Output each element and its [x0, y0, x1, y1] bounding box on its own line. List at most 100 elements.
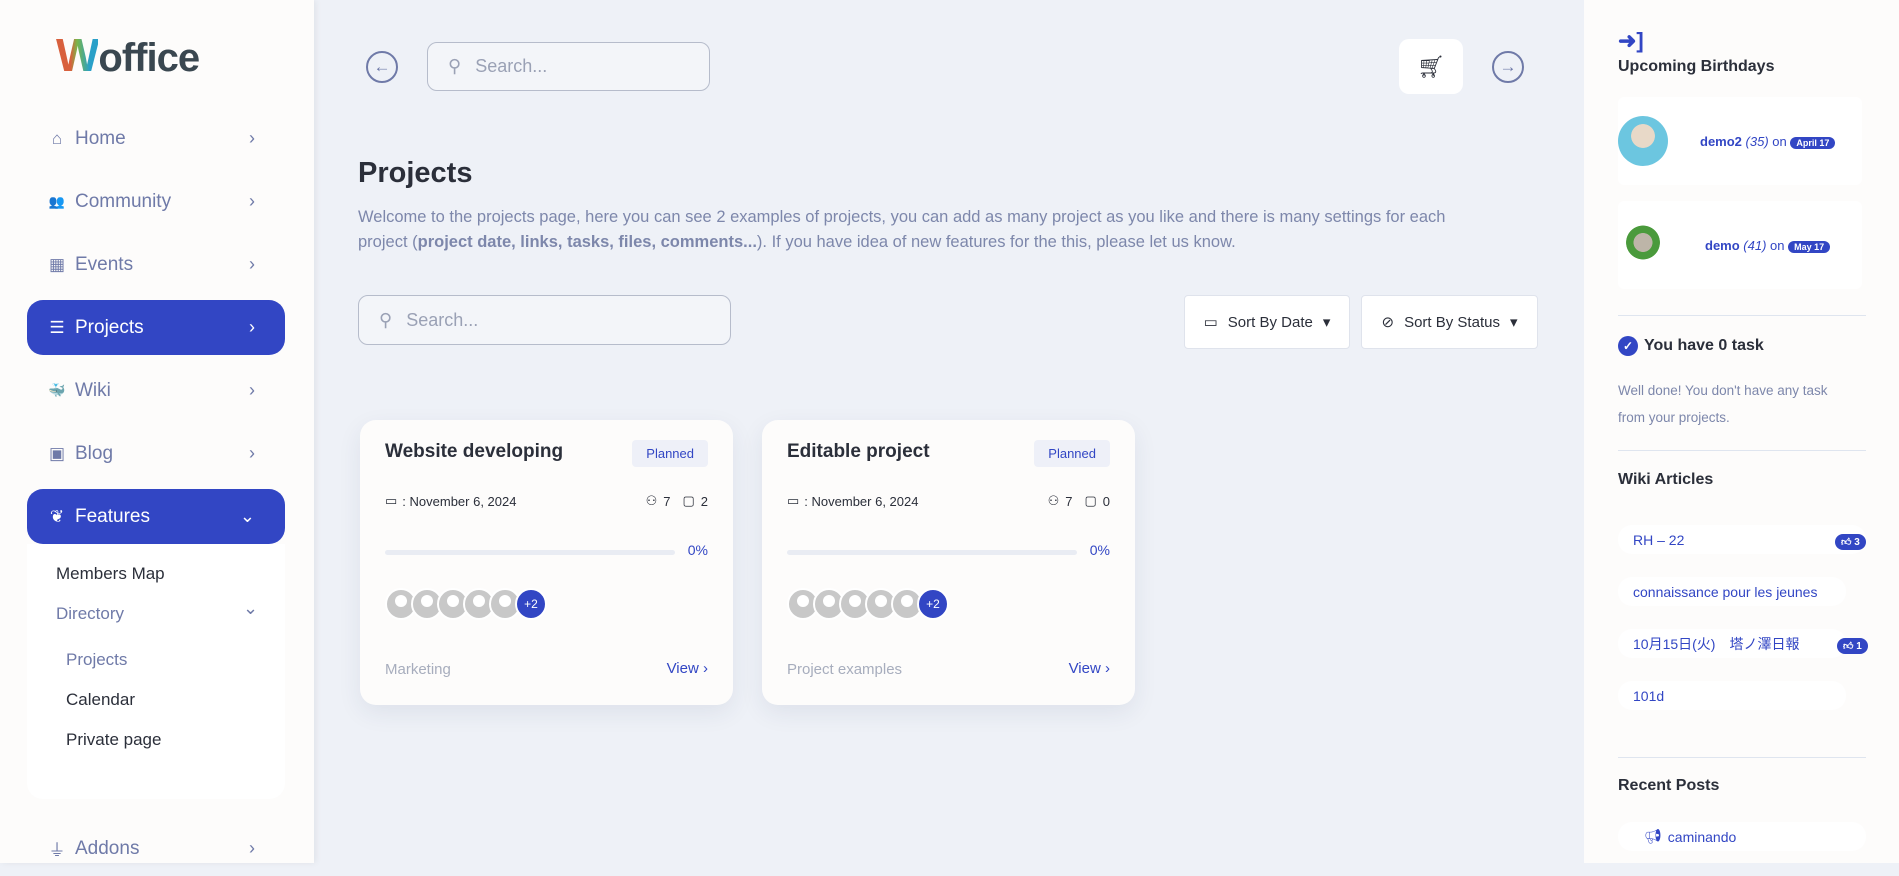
project-category: Marketing	[385, 661, 451, 678]
chevron-right-icon: ›	[249, 317, 255, 337]
blogger-icon: ▣	[48, 443, 66, 463]
top-search-input[interactable]	[475, 56, 696, 77]
member-avatars: +2	[385, 588, 547, 620]
avatar[interactable]	[1618, 116, 1668, 166]
wiki-article[interactable]: RH – 22	[1618, 525, 1866, 554]
avatar[interactable]	[1618, 220, 1668, 270]
more-members[interactable]: +2	[917, 588, 949, 620]
search-icon: ⚲	[448, 56, 462, 76]
sidebar-item-community[interactable]: 👥 Community ›	[27, 174, 285, 229]
status-badge: Planned	[1034, 440, 1110, 467]
chevron-right-icon: ›	[249, 838, 255, 858]
megaphone-icon: 📢︎	[1644, 828, 1662, 844]
likes-badge: 👍︎ 3	[1835, 534, 1866, 550]
chevron-right-icon: ›	[249, 128, 255, 148]
page-title: Projects	[358, 157, 473, 189]
calendar-icon: ▭	[787, 493, 800, 508]
cart-icon: 🛒︎	[1417, 53, 1445, 79]
birthday-name[interactable]: demo2	[1700, 134, 1742, 149]
sidebar-item-addons[interactable]: ⏚ Addons ›	[27, 821, 285, 876]
feather-icon: ❦	[49, 506, 65, 526]
calendar-icon: ▭	[385, 493, 398, 508]
project-stats: ⚇ 7 ▢ 2	[645, 493, 708, 509]
project-title[interactable]: Website developing	[385, 441, 563, 463]
sidebar-item-home[interactable]: ⌂ Home ›	[27, 111, 285, 166]
project-date: ▭: November 6, 2024	[385, 493, 517, 509]
wiki-article[interactable]: connaissance pour les jeunes	[1618, 577, 1846, 606]
chevron-right-icon: ›	[249, 254, 255, 274]
status-badge: Planned	[632, 440, 708, 467]
progress-value: 0%	[1089, 542, 1110, 558]
sidebar-item-events[interactable]: ▦ Events ›	[27, 237, 285, 292]
birthday-item: demo (41) on May 17	[1618, 201, 1862, 289]
home-icon: ⌂	[51, 128, 63, 148]
logo[interactable]: Woffice	[56, 28, 200, 82]
sidebar-item-blog[interactable]: ▣ Blog ›	[27, 426, 285, 481]
sidebar-item-features[interactable]: ❦ Features ⌄	[27, 489, 285, 544]
project-date: ▭: November 6, 2024	[787, 493, 919, 509]
sign-in-icon[interactable]: ➜]	[1618, 28, 1644, 54]
view-link[interactable]: View ›	[1069, 660, 1110, 677]
chevron-right-icon: ›	[249, 380, 255, 400]
divider	[1618, 450, 1866, 451]
docker-icon: 🐳	[48, 382, 66, 398]
project-search[interactable]: ⚲	[358, 295, 731, 345]
recent-posts-title: Recent Posts	[1618, 777, 1720, 794]
divider	[1618, 757, 1866, 758]
back-button[interactable]: ←	[366, 51, 398, 83]
chevron-right-icon: ›	[703, 660, 708, 677]
calendar-icon: ▦	[48, 254, 66, 274]
sidebar-item-wiki[interactable]: 🐳 Wiki ›	[27, 363, 285, 418]
sort-by-status-button[interactable]: ⊘ Sort By Status ▾	[1361, 295, 1538, 349]
submenu-private-page[interactable]: Private page	[66, 730, 161, 750]
caret-down-icon: ▾	[1509, 314, 1518, 331]
project-card: Website developing Planned ▭: November 6…	[360, 420, 733, 705]
project-title[interactable]: Editable project	[787, 441, 930, 463]
chevron-down-icon: ⌄	[239, 506, 255, 526]
submenu-calendar[interactable]: Calendar	[66, 690, 135, 710]
cart-button[interactable]: 🛒︎	[1399, 39, 1463, 94]
divider	[1618, 315, 1866, 316]
sort-by-date-button[interactable]: ▭ Sort By Date ▾	[1184, 295, 1350, 349]
users-icon: ⚇	[645, 493, 658, 508]
likes-badge: 👍︎ 1	[1837, 638, 1868, 654]
search-icon: ⚲	[379, 309, 393, 330]
chevron-right-icon: ›	[1105, 660, 1110, 677]
comment-icon: ▢	[682, 493, 695, 508]
page-description: Welcome to the projects page, here you c…	[358, 208, 1446, 251]
wiki-article[interactable]: 101d	[1618, 681, 1846, 710]
task-text: Well done! You don't have any task from …	[1618, 383, 1828, 425]
task-title: ✓ You have 0 task	[1618, 336, 1764, 356]
tasks-icon: ☰	[49, 317, 65, 337]
plug-icon: ⏚	[48, 841, 66, 860]
sidebar-item-projects[interactable]: ☰ Projects ›	[27, 300, 285, 355]
chevron-right-icon: ›	[249, 191, 255, 211]
paperclip-icon: ⊘	[1381, 314, 1395, 331]
sidebar: Woffice ⌂ Home › 👥 Community › ▦ Events › ☰ Pro…	[0, 0, 314, 863]
project-search-input[interactable]	[406, 309, 627, 331]
arrow-left-icon: ←	[373, 57, 391, 76]
submenu-projects[interactable]: Projects	[66, 650, 127, 670]
arrow-right-icon: →	[1499, 57, 1517, 76]
top-search[interactable]: ⚲	[427, 42, 710, 91]
birthdays-title: Upcoming Birthdays	[1618, 58, 1775, 75]
project-category: Project examples	[787, 661, 903, 678]
view-link[interactable]: View ›	[667, 660, 708, 677]
birthday-date: May 17	[1788, 240, 1831, 253]
submenu-members-map[interactable]: Members Map	[56, 564, 165, 584]
more-members[interactable]: +2	[515, 588, 547, 620]
birthday-name[interactable]: demo	[1705, 238, 1740, 253]
wiki-article[interactable]: 10月15日(火) 塔ノ澤日報	[1618, 629, 1846, 658]
progress-value: 0%	[687, 542, 708, 558]
right-panel: ➜] Upcoming Birthdays demo2 (35) on Apri…	[1584, 0, 1899, 863]
submenu-directory[interactable]: Directory	[56, 604, 124, 624]
recent-post[interactable]: 📢︎ caminando	[1618, 822, 1866, 851]
birthday-item: demo2 (35) on April 17	[1618, 97, 1862, 185]
chevron-down-icon[interactable]: ⌄	[243, 598, 258, 619]
forward-button[interactable]: →	[1492, 51, 1524, 83]
birthday-date: April 17	[1790, 136, 1836, 149]
member-avatars: +2	[787, 588, 949, 620]
progress-bar	[385, 550, 675, 555]
calendar-icon: ▭	[1203, 314, 1218, 331]
wiki-title: Wiki Articles	[1618, 471, 1714, 488]
